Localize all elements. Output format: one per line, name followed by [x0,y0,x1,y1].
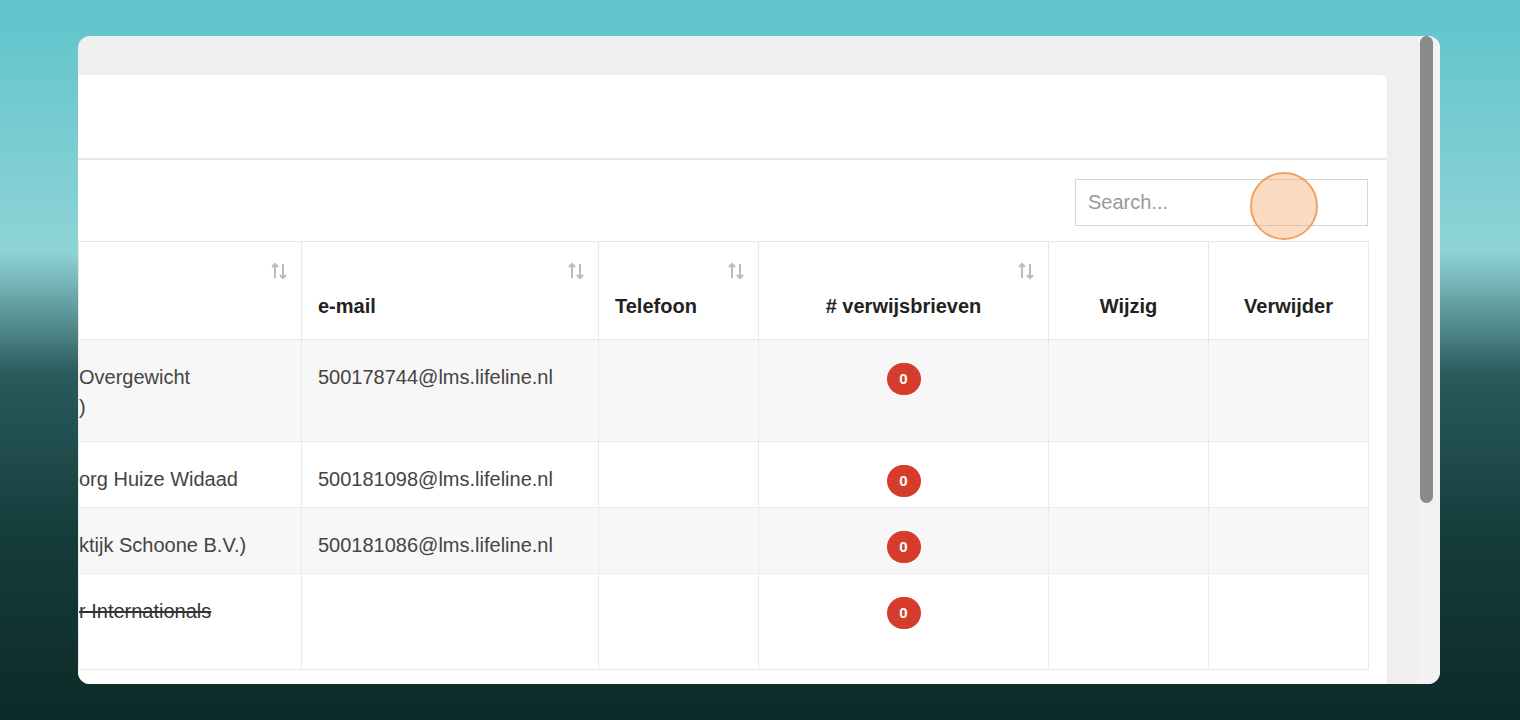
phone-cell [599,574,759,670]
table-row[interactable]: r Internationals 0 [79,574,1369,670]
name-text: ktijk Schoone B.V.) [79,530,293,560]
sort-icon[interactable] [568,262,584,280]
panel: e-mailTelefoon# verwijsbrievenWijzigVerw… [78,75,1387,684]
name-cell: ktijk Schoone B.V.) [79,508,302,574]
name-text: r Internationals [79,596,293,626]
panel-body: e-mailTelefoon# verwijsbrievenWijzigVerw… [78,160,1387,670]
email-cell: 500181086@lms.lifeline.nl [302,508,599,574]
delete-cell [1209,340,1369,442]
cursor-highlight [1250,172,1318,240]
count-cell: 0 [759,508,1049,574]
header-row: e-mailTelefoon# verwijsbrievenWijzigVerw… [79,242,1369,340]
phone-cell [599,340,759,442]
name-cell: org Huize Widaad [79,442,302,508]
name-text: Overgewicht) [79,362,293,422]
count-badge: 0 [887,363,921,395]
name-cell: Overgewicht) [79,340,302,442]
count-badge: 0 [887,597,921,629]
name-text: org Huize Widaad [79,464,293,494]
panel-header [78,75,1387,160]
sort-icon[interactable] [271,262,287,280]
column-header: Verwijder [1209,242,1369,340]
search-row [78,160,1368,226]
edit-cell [1049,574,1209,670]
edit-cell [1049,442,1209,508]
email-cell [302,574,599,670]
sort-icon[interactable] [728,262,744,280]
name-cell: r Internationals [79,574,302,670]
email-cell: 500178744@lms.lifeline.nl [302,340,599,442]
delete-cell [1209,442,1369,508]
count-badge: 0 [887,465,921,497]
count-badge: 0 [887,531,921,563]
table-row[interactable]: Overgewicht)500178744@lms.lifeline.nl 0 [79,340,1369,442]
search-input[interactable] [1075,179,1368,226]
content-area: e-mailTelefoon# verwijsbrievenWijzigVerw… [78,36,1418,684]
sort-icon[interactable] [1018,262,1034,280]
column-header[interactable]: e-mail [302,242,599,340]
scrollbar[interactable] [1418,36,1440,684]
table-row[interactable]: ktijk Schoone B.V.) 500181086@lms.lifelin… [79,508,1369,574]
data-table: e-mailTelefoon# verwijsbrievenWijzigVerw… [78,241,1369,670]
edit-cell [1049,340,1209,442]
delete-cell [1209,508,1369,574]
column-header[interactable]: # verwijsbrieven [759,242,1049,340]
phone-cell [599,442,759,508]
delete-cell [1209,574,1369,670]
count-cell: 0 [759,574,1049,670]
column-header[interactable]: Telefoon [599,242,759,340]
edit-cell [1049,508,1209,574]
scrollbar-thumb[interactable] [1420,36,1433,503]
count-cell: 0 [759,340,1049,442]
phone-cell [599,508,759,574]
column-header[interactable] [79,242,302,340]
count-cell: 0 [759,442,1049,508]
app-window: e-mailTelefoon# verwijsbrievenWijzigVerw… [78,36,1440,684]
column-header: Wijzig [1049,242,1209,340]
email-cell: 500181098@lms.lifeline.nl [302,442,599,508]
table-row[interactable]: org Huize Widaad 500181098@lms.lifeline.n… [79,442,1369,508]
